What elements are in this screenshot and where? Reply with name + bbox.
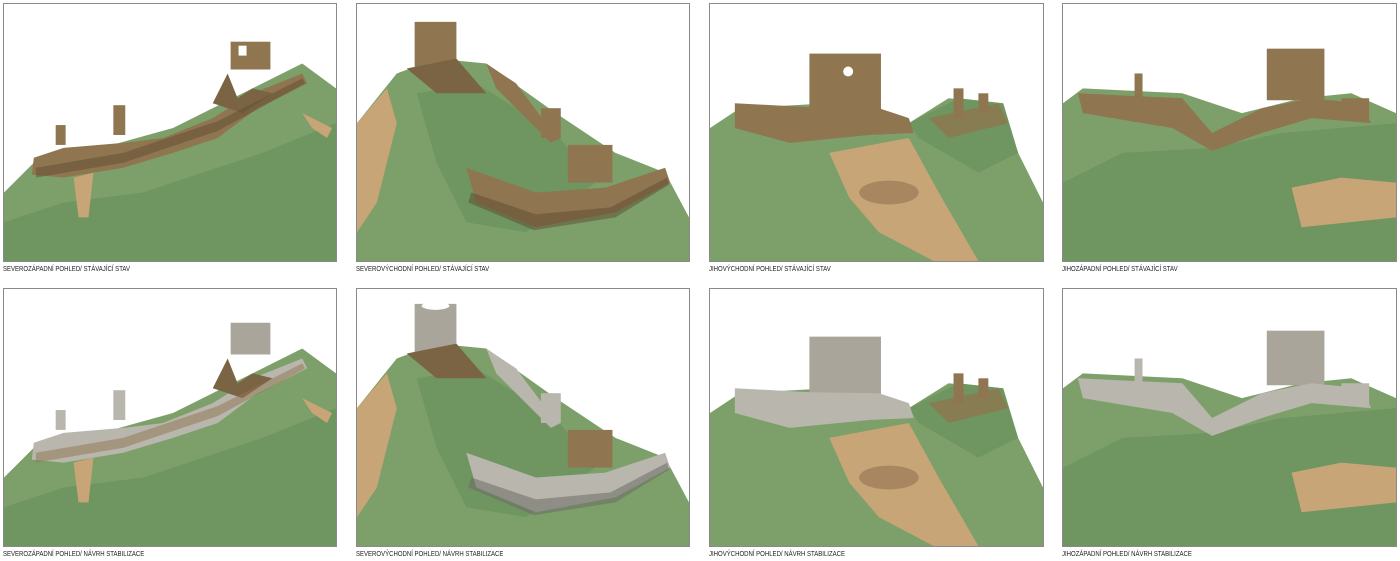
render-northeast-existing: [356, 3, 690, 262]
render-southwest-proposal: [1062, 288, 1397, 547]
caption: JIHOZÁPADNÍ POHLED/ NÁVRH STABILIZACE: [1062, 551, 1192, 558]
caption: SEVEROVÝCHODNÍ POHLED/ STÁVAJÍCÍ STAV: [356, 266, 490, 273]
render-southwest-existing: [1062, 3, 1397, 262]
caption: SEVEROVÝCHODNÍ POHLED/ NÁVRH STABILIZACE: [356, 551, 504, 558]
caption: SEVEROZÁPADNÍ POHLED/ STÁVAJÍCÍ STAV: [3, 266, 131, 273]
render-northwest-proposal: [3, 288, 337, 547]
caption: JIHOZÁPADNÍ POHLED/ STÁVAJÍCÍ STAV: [1062, 266, 1178, 273]
caption: JIHOVÝCHODNÍ POHLED/ STÁVAJÍCÍ STAV: [709, 266, 831, 273]
render-southeast-existing: [709, 3, 1044, 262]
caption: SEVEROZÁPADNÍ POHLED/ NÁVRH STABILIZACE: [3, 551, 145, 558]
render-northeast-proposal: [356, 288, 690, 547]
render-northwest-existing: [3, 3, 337, 262]
caption: JIHOVÝCHODNÍ POHLED/ NÁVRH STABILIZACE: [709, 551, 846, 558]
render-southeast-proposal: [709, 288, 1044, 547]
